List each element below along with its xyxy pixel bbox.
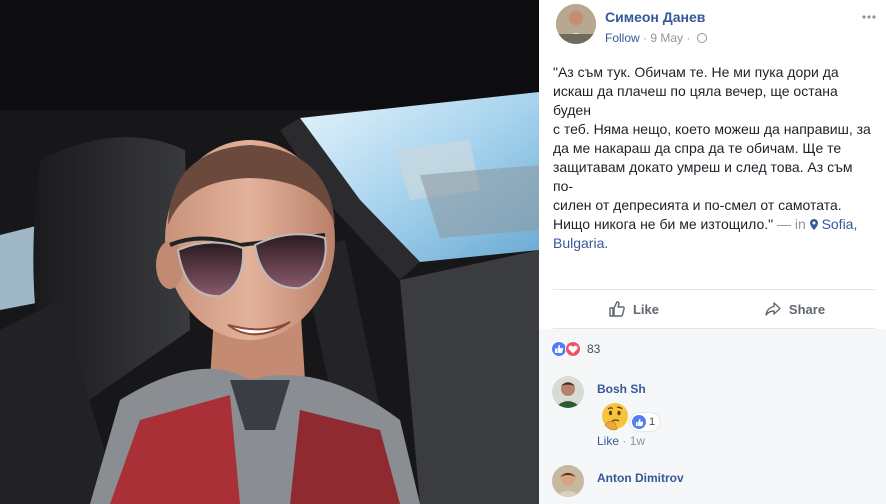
location-pin-icon [809, 216, 818, 230]
avatar-image [556, 4, 596, 44]
feedback-section: 83 Bosh Sh 1 Like · 1w Anton Dimitrov [539, 329, 886, 504]
post-date[interactable]: 9 May [650, 31, 683, 45]
avatar-image [552, 376, 584, 408]
meta-separator: · [643, 31, 648, 45]
comment-reaction-count: 1 [649, 416, 656, 428]
location-link[interactable]: Sofia, [822, 216, 858, 232]
selfie-in-car-image [0, 0, 539, 504]
commenter-name[interactable]: Anton Dimitrov [597, 471, 684, 485]
author-name[interactable]: Симеон Данев [605, 9, 705, 25]
location-link-country[interactable]: Bulgaria. [553, 234, 875, 253]
thinking-face-sticker[interactable] [599, 401, 631, 433]
share-label: Share [788, 301, 826, 317]
comment-meta-separator: · [622, 434, 627, 448]
location-prefix: — in [776, 216, 806, 232]
love-reaction-icon [565, 341, 581, 357]
post-text-line: "Аз съм тук. Обичам те. Не ми пука дори … [553, 64, 839, 80]
comment-meta: Like · 1w [597, 434, 645, 448]
post-text-line: Нищо никога не би ме изтощило." [553, 216, 774, 232]
post-text-line: защитавам докато умреш и след това. Аз с… [553, 159, 853, 194]
comment-reaction-badge[interactable]: 1 [630, 413, 661, 431]
post-side-panel: Симеон Данев Follow · 9 May · "Аз съм ту… [539, 0, 886, 504]
post-text-line: с теб. Няма нещо, което можеш да направи… [553, 121, 871, 137]
share-button[interactable]: Share [714, 290, 875, 328]
post-text: "Аз съм тук. Обичам те. Не ми пука дори … [553, 63, 875, 253]
avatar-image [552, 465, 584, 497]
post-text-line: искаш да плачеш по цяла вечер, ще остана… [553, 83, 838, 118]
reaction-count: 83 [587, 342, 601, 356]
like-button[interactable]: Like [553, 290, 714, 328]
post-text-line-last: Нищо никога не би ме изтощило." — in Sof… [553, 215, 875, 234]
reactions-summary[interactable]: 83 [551, 341, 600, 357]
share-arrow-icon [765, 302, 781, 316]
post-actions: Like Share [553, 289, 875, 329]
thumbs-up-icon [609, 301, 625, 317]
post-text-line: да ме накараш да спра да те обичам. Ще т… [553, 140, 842, 156]
like-reaction-icon [632, 415, 646, 429]
like-label: Like [632, 301, 659, 317]
commenter-name[interactable]: Bosh Sh [597, 382, 646, 396]
commenter-avatar[interactable] [552, 376, 584, 408]
post-photo[interactable] [0, 0, 539, 504]
post-meta: Follow · 9 May · [605, 31, 707, 45]
author-avatar[interactable] [556, 4, 596, 44]
meta-separator-2: · [686, 31, 691, 45]
post-text-line: силен от депресията и по-смел от самотат… [553, 197, 842, 213]
ellipsis-icon[interactable] [862, 6, 876, 22]
follow-link[interactable]: Follow [605, 31, 640, 45]
comment-like-link[interactable]: Like [597, 434, 619, 448]
post-header: Симеон Данев Follow · 9 May · [556, 4, 878, 48]
commenter-avatar[interactable] [552, 465, 584, 497]
globe-icon [696, 33, 707, 43]
comment-age[interactable]: 1w [630, 434, 645, 448]
thinking-face-icon [602, 403, 628, 431]
